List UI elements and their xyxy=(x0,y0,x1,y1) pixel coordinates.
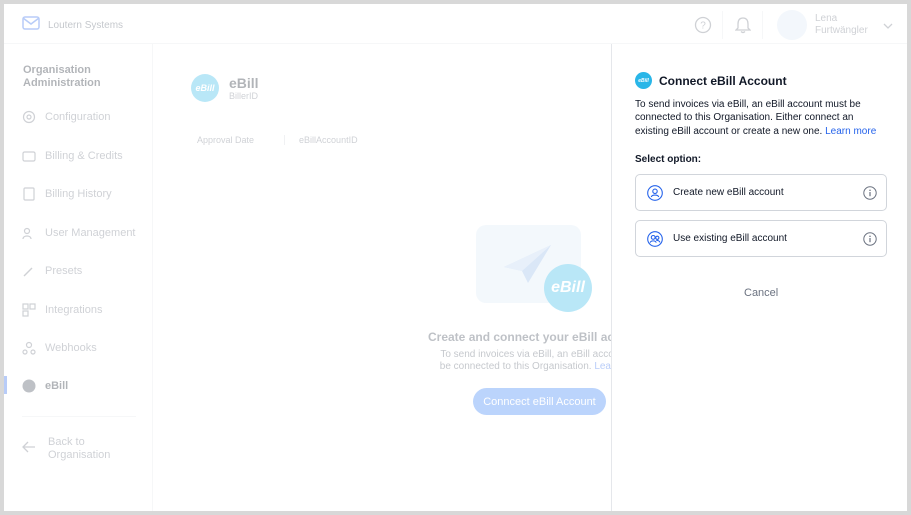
user-menu[interactable]: Lena Furtwängler xyxy=(763,10,893,40)
sidebar: Organisation Administration Configuratio… xyxy=(4,44,153,511)
sidebar-item-presets[interactable]: Presets xyxy=(22,264,82,278)
meta-row: Approval Date eBillAccountID xyxy=(197,135,402,145)
sidebar-item-ebill[interactable]: eBill xyxy=(22,379,68,393)
empty-state-title: Create and connect your eBill acco xyxy=(428,330,629,344)
create-new-account-option[interactable]: Create new eBill account xyxy=(635,174,887,211)
ebill-badge: eBill xyxy=(544,264,592,312)
svg-text:?: ? xyxy=(700,21,706,32)
receipt-icon xyxy=(22,187,36,201)
approval-date-label: Approval Date xyxy=(197,135,286,145)
users-icon xyxy=(22,226,36,240)
back-label: Back to Organisation xyxy=(48,436,111,461)
wand-icon xyxy=(22,264,36,278)
brand-name: Loutern Systems xyxy=(48,20,124,31)
sidebar-item-billing-history[interactable]: Billing History xyxy=(22,187,112,201)
help-icon[interactable]: ? xyxy=(683,11,723,39)
top-bar: Loutern Systems ? Lena Furtwängler xyxy=(4,4,907,44)
use-existing-account-option[interactable]: Use existing eBill account xyxy=(635,220,887,257)
info-icon[interactable] xyxy=(863,231,877,246)
sidebar-item-label: Presets xyxy=(45,265,83,277)
connect-ebill-button[interactable]: Conncect eBill Account xyxy=(473,388,606,415)
sidebar-item-label: eBill xyxy=(45,380,69,392)
sidebar-item-label: Integrations xyxy=(45,304,103,316)
app-window: Loutern Systems ? Lena Furtwängler Organ… xyxy=(4,4,907,511)
sidebar-item-user-management[interactable]: User Management xyxy=(22,226,136,240)
sidebar-item-configuration[interactable]: Configuration xyxy=(22,110,110,124)
user-link-icon xyxy=(647,230,663,247)
option-label: Create new eBill account xyxy=(673,187,784,198)
sidebar-item-label: Billing & Credits xyxy=(45,150,123,162)
arrow-left-icon xyxy=(22,441,36,457)
page-title: eBill xyxy=(229,75,259,91)
sidebar-item-billing-credits[interactable]: Billing & Credits xyxy=(22,149,123,163)
sidebar-item-label: Webhooks xyxy=(45,342,97,354)
sidebar-item-label: User Management xyxy=(45,227,136,239)
chevron-down-icon[interactable] xyxy=(883,16,893,34)
ebill-logo-icon: eBill xyxy=(635,72,652,89)
active-indicator xyxy=(4,376,7,394)
gear-icon xyxy=(22,110,36,124)
learn-more-link[interactable]: Learn more xyxy=(825,126,876,137)
avatar xyxy=(777,10,807,40)
ebill-icon xyxy=(22,379,36,393)
drawer-description: To send invoices via eBill, an eBill acc… xyxy=(635,98,885,138)
sidebar-item-integrations[interactable]: Integrations xyxy=(22,303,102,317)
page-subtitle: BillerID xyxy=(229,91,259,101)
sidebar-item-webhooks[interactable]: Webhooks xyxy=(22,341,97,355)
webhook-icon xyxy=(22,341,36,355)
sidebar-item-label: Billing History xyxy=(45,188,112,200)
sidebar-item-label: Configuration xyxy=(45,111,111,123)
connect-ebill-drawer: eBill Connect eBill Account To send invo… xyxy=(611,44,907,511)
mail-logo-icon xyxy=(22,16,40,35)
user-name: Lena Furtwängler xyxy=(815,13,868,36)
user-plus-icon xyxy=(647,184,663,201)
ebill-header: eBill eBill BillerID xyxy=(191,74,259,102)
select-option-label: Select option: xyxy=(635,154,702,165)
ebill-logo-icon: eBill xyxy=(191,74,219,102)
wallet-icon xyxy=(22,149,36,163)
empty-state-line-2: be connected to this Organisation. xyxy=(439,361,592,372)
drawer-title: Connect eBill Account xyxy=(659,73,787,88)
cancel-button[interactable]: Cancel xyxy=(744,287,778,299)
bell-icon[interactable] xyxy=(723,11,763,39)
info-icon[interactable] xyxy=(863,185,877,200)
grid-icon xyxy=(22,303,36,317)
sidebar-title: Organisation Administration xyxy=(23,64,101,89)
option-label: Use existing eBill account xyxy=(673,233,787,244)
brand: Loutern Systems xyxy=(22,16,123,35)
account-id-label: eBillAccountID xyxy=(299,135,358,145)
sidebar-divider xyxy=(22,416,136,417)
back-to-organisation-link[interactable]: Back to Organisation xyxy=(22,436,118,462)
drawer-header: eBill Connect eBill Account xyxy=(635,72,787,89)
